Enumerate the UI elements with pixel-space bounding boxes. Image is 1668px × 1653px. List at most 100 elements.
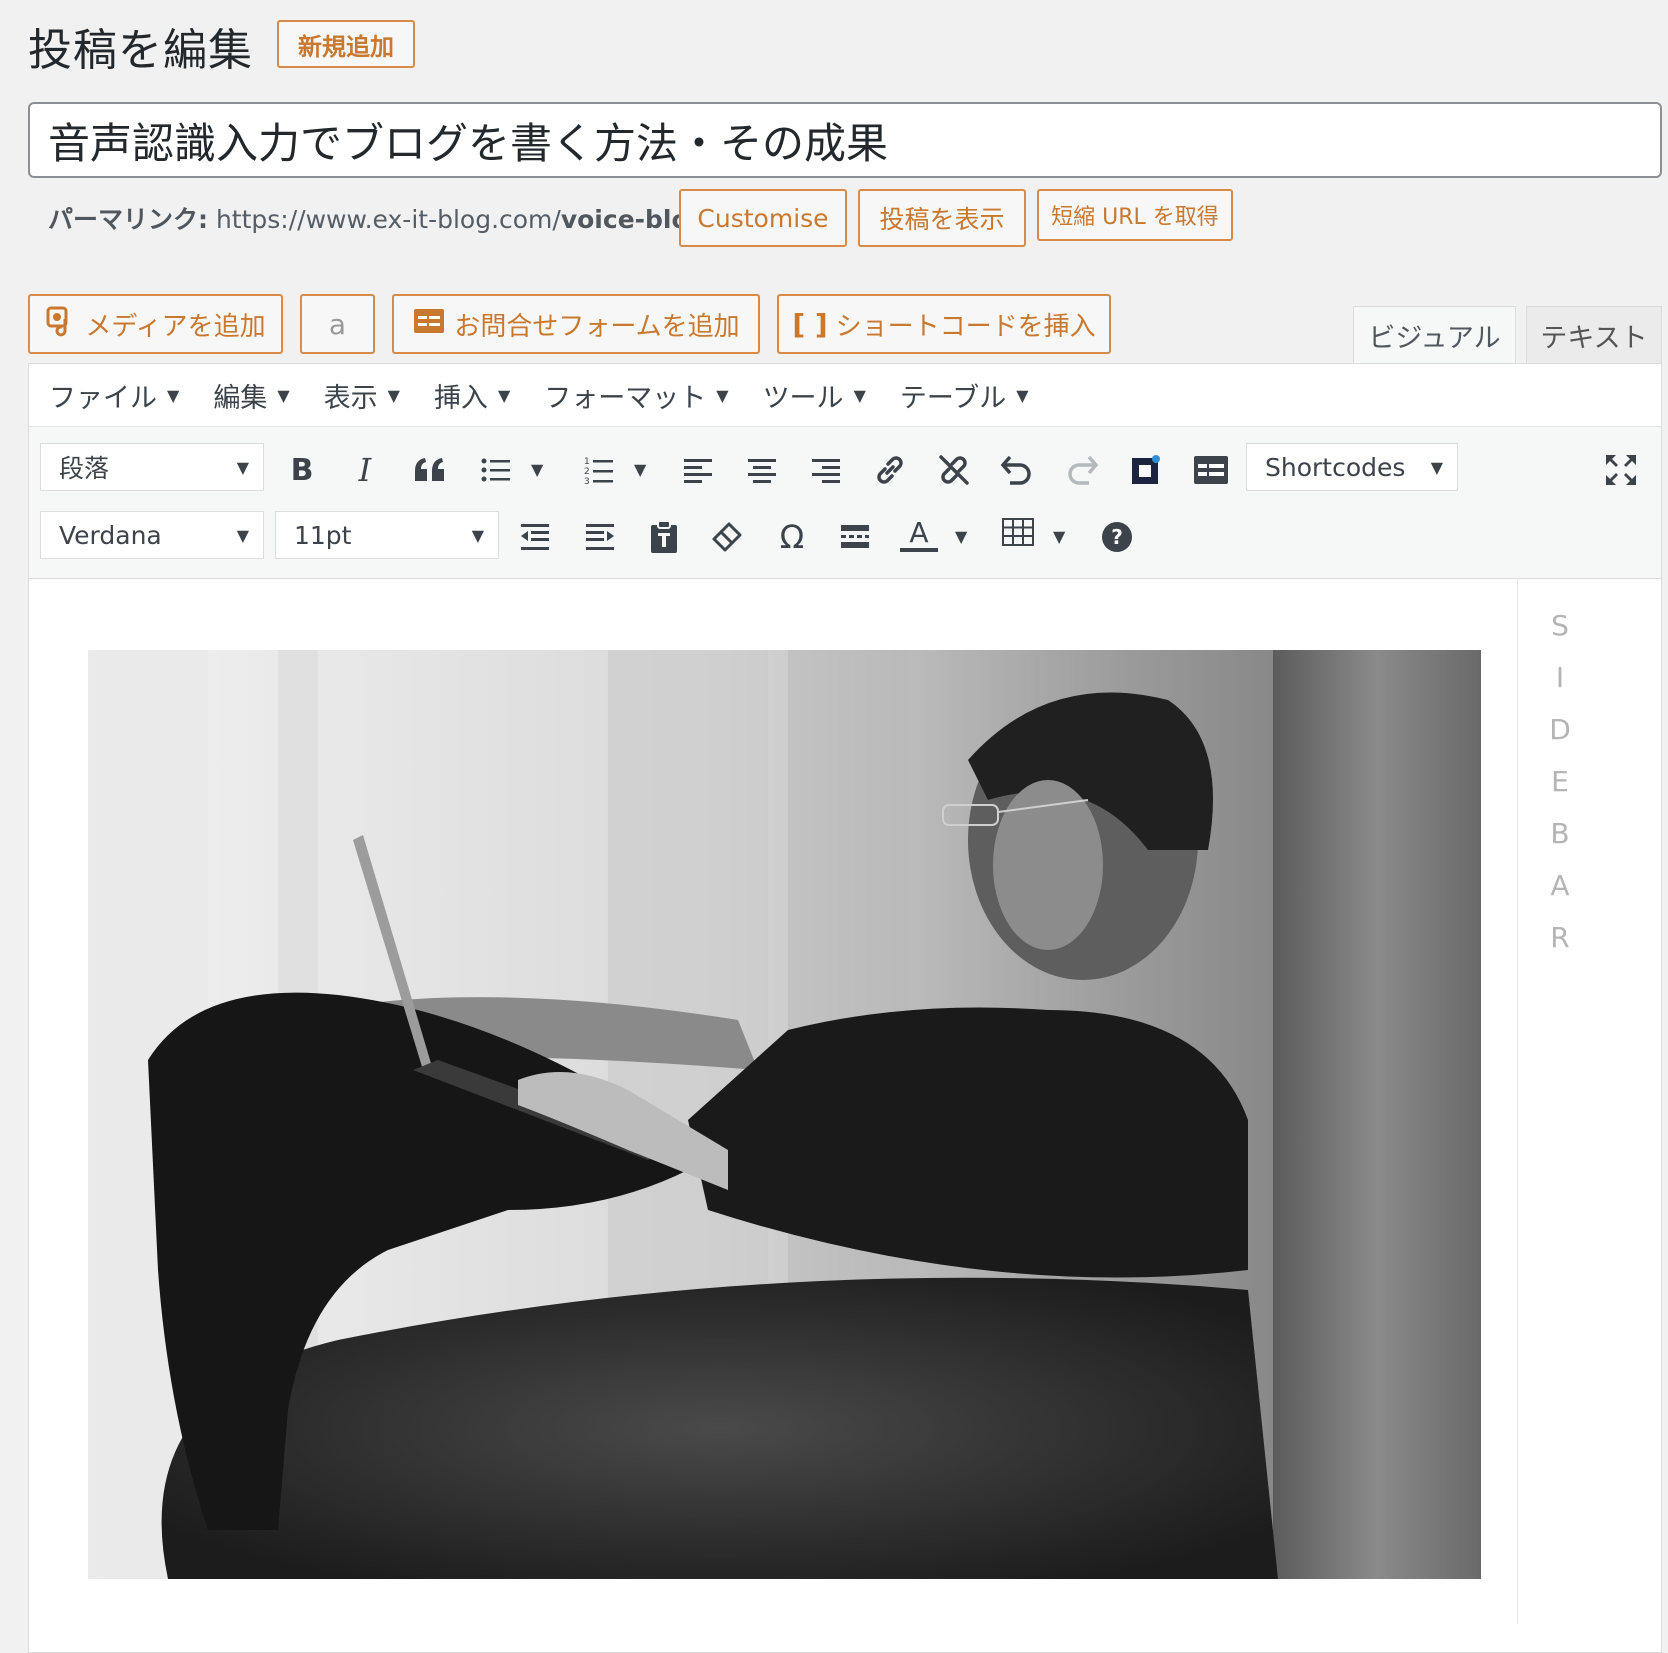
amazon-button[interactable]: a (300, 294, 375, 354)
menu-format[interactable]: フォーマット ▼ (544, 376, 728, 415)
bullet-list-dropdown-icon[interactable]: ▼ (531, 460, 543, 479)
numbered-list-dropdown-icon[interactable]: ▼ (634, 460, 646, 479)
redo-button[interactable] (1058, 446, 1106, 494)
font-size-value: 11pt (294, 520, 352, 550)
menu-label: ツール (762, 382, 844, 414)
chevron-down-icon: ▼ (471, 525, 484, 545)
menu-label: テーブル (899, 382, 1007, 414)
sidebar-letter: S (1551, 609, 1569, 642)
bold-icon: B (290, 452, 314, 488)
numbered-list-button[interactable]: 123 (575, 446, 623, 494)
menu-view[interactable]: 表示 ▼ (324, 376, 400, 415)
sidebar-placeholder: S I D E B A R (1548, 600, 1572, 964)
outdent-button[interactable] (511, 513, 559, 561)
menu-tools[interactable]: ツール ▼ (763, 376, 866, 415)
menu-table[interactable]: テーブル ▼ (900, 376, 1029, 415)
post-title-input[interactable]: 音声認識入力でブログを書く方法・その成果 (28, 102, 1662, 178)
menu-edit[interactable]: 編集 ▼ (213, 376, 289, 415)
align-right-button[interactable] (802, 446, 850, 494)
chevron-down-icon: ▼ (236, 457, 249, 477)
blockquote-icon (415, 458, 444, 481)
form-table-button[interactable] (1187, 446, 1235, 494)
customise-button[interactable]: Customise (679, 189, 847, 247)
form-icon (412, 307, 446, 342)
clipboard-icon (651, 520, 677, 553)
paste-text-button[interactable] (640, 513, 688, 561)
font-size-select[interactable]: 11pt ▼ (275, 511, 499, 559)
get-shortlink-button[interactable]: 短縮 URL を取得 (1037, 189, 1233, 241)
bold-button[interactable]: B (278, 446, 326, 494)
link-button[interactable] (866, 446, 914, 494)
menu-label: 編集 (213, 382, 268, 414)
italic-button[interactable]: I (341, 446, 389, 494)
indent-button[interactable] (576, 513, 624, 561)
menu-insert[interactable]: 挿入 ▼ (434, 376, 510, 415)
redo-icon (1068, 455, 1099, 485)
menu-file[interactable]: ファイル ▼ (49, 376, 179, 415)
caret-down-icon: ▼ (497, 385, 511, 405)
fullscreen-button[interactable] (1597, 446, 1645, 494)
sidebar-letter: I (1555, 661, 1565, 694)
italic-icon: I (358, 451, 372, 489)
undo-button[interactable] (993, 446, 1041, 494)
eraser-icon (712, 522, 742, 552)
sidebar-letter: A (1550, 869, 1570, 902)
add-media-button[interactable]: メディアを追加 (28, 294, 283, 354)
sidebar-letter: E (1551, 765, 1569, 798)
add-contact-form-button[interactable]: お問合せフォームを追加 (392, 294, 760, 354)
outdent-icon (521, 524, 549, 550)
chevron-down-icon: ▼ (1430, 457, 1443, 477)
menu-label: 挿入 (433, 382, 488, 414)
omega-icon: Ω (779, 518, 805, 556)
add-media-label: メディアを追加 (85, 311, 266, 342)
plugin-button[interactable] (1122, 446, 1170, 494)
indent-icon (586, 524, 614, 550)
svg-text:2: 2 (584, 467, 590, 477)
permalink-url-base[interactable]: https://www.ex-it-blog.com/ (216, 205, 561, 234)
tab-text[interactable]: テキスト (1526, 306, 1662, 364)
add-new-button[interactable]: 新規追加 (277, 20, 415, 68)
font-family-select[interactable]: Verdana ▼ (40, 511, 264, 559)
add-contact-form-label: お問合せフォームを追加 (454, 311, 740, 342)
permalink-label: パーマリンク: (48, 205, 208, 234)
special-character-button[interactable]: Ω (768, 513, 816, 561)
align-right-icon (812, 459, 840, 483)
amazon-icon: a (328, 307, 347, 341)
post-featured-photo[interactable] (88, 650, 1481, 1579)
text-color-dropdown-icon[interactable]: ▼ (955, 527, 967, 546)
shortcodes-select[interactable]: Shortcodes ▼ (1246, 443, 1458, 491)
tab-visual[interactable]: ビジュアル (1353, 306, 1516, 364)
format-select-value: 段落 (59, 454, 110, 483)
form-table-icon (1194, 456, 1228, 484)
font-family-value: Verdana (59, 520, 162, 550)
numbered-list-icon: 123 (584, 457, 613, 485)
menu-label: 表示 (323, 382, 378, 414)
blockquote-button[interactable] (406, 446, 454, 494)
align-center-button[interactable] (738, 446, 786, 494)
format-select[interactable]: 段落 ▼ (40, 443, 264, 491)
table-dropdown-icon[interactable]: ▼ (1053, 527, 1065, 546)
text-color-button[interactable]: A (895, 511, 943, 559)
help-icon: ? (1102, 522, 1132, 552)
sidebar-letter: D (1549, 713, 1571, 746)
align-left-icon (684, 459, 712, 483)
unlink-button[interactable] (930, 446, 978, 494)
caret-down-icon: ▼ (853, 385, 866, 405)
table-icon (1002, 518, 1034, 546)
bullet-list-button[interactable] (472, 446, 520, 494)
view-post-button[interactable]: 投稿を表示 (858, 189, 1026, 247)
fullscreen-icon (1606, 455, 1636, 485)
insert-shortcode-button[interactable]: [ ] ショートコードを挿入 (777, 294, 1111, 354)
align-center-icon (748, 459, 776, 483)
align-left-button[interactable] (674, 446, 722, 494)
menubar: ファイル ▼ 編集 ▼ 表示 ▼ 挿入 ▼ フォーマット ▼ ツール ▼ テーブル ▼ (29, 364, 1661, 427)
horizontal-line-icon (841, 525, 869, 548)
page-title: 投稿を編集 (28, 25, 253, 76)
help-button[interactable]: ? (1093, 513, 1141, 561)
shortcodes-select-value: Shortcodes (1265, 452, 1406, 482)
caret-down-icon: ▼ (387, 385, 400, 405)
clear-formatting-button[interactable] (703, 513, 751, 561)
table-button[interactable] (994, 508, 1042, 556)
caret-down-icon: ▼ (1016, 385, 1029, 405)
horizontal-line-button[interactable] (831, 513, 879, 561)
